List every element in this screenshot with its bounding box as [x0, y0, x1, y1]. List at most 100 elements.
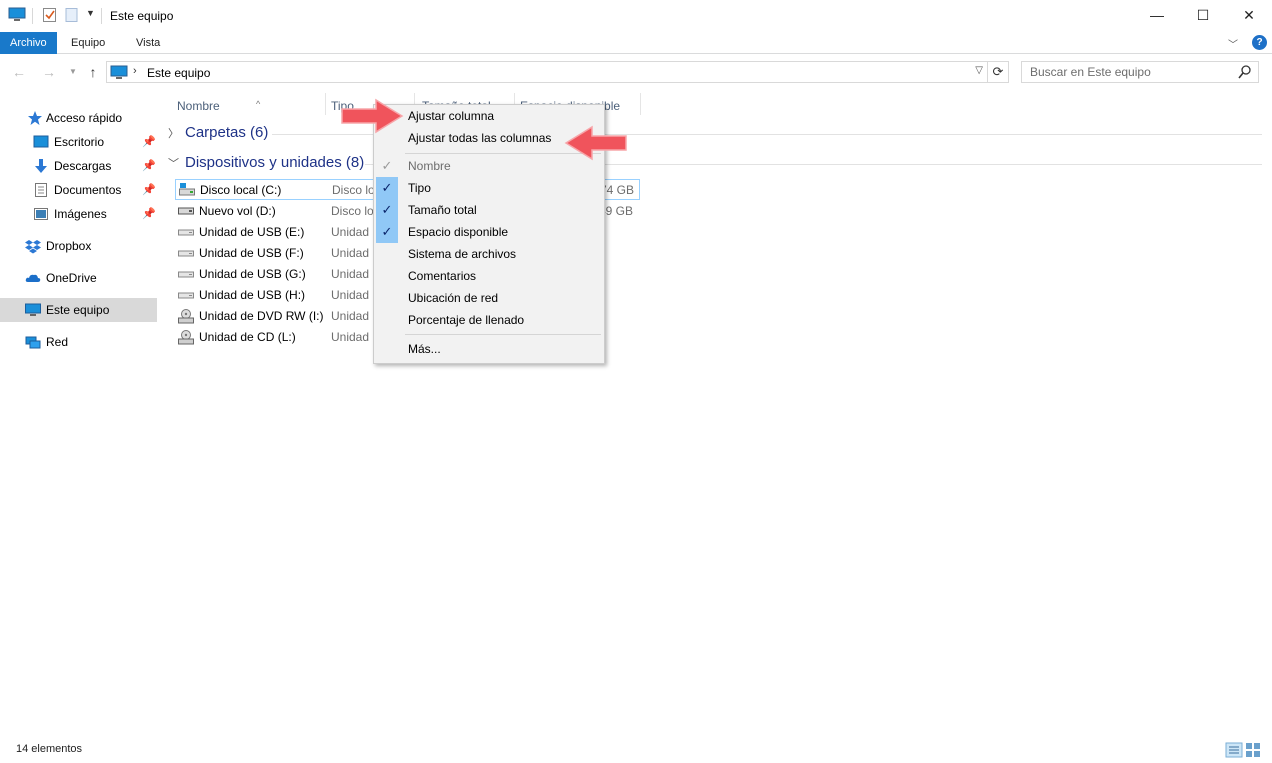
menu-item-label: Tamaño total	[408, 203, 477, 217]
usb-drive-icon	[178, 271, 194, 278]
menu-item-label: Porcentaje de llenado	[408, 313, 525, 327]
sidebar-item-imagenes[interactable]: Imágenes 📌	[0, 202, 157, 226]
sidebar-item-descargas[interactable]: Descargas 📌	[0, 154, 157, 178]
sidebar-item-este-equipo[interactable]: Este equipo	[0, 298, 157, 322]
menu-item-label: Ajustar columna	[408, 109, 495, 123]
tab-vista[interactable]: Vista	[126, 32, 170, 54]
separator	[101, 8, 102, 24]
menu-item-ubicacion-de-red[interactable]: Ubicación de red	[374, 287, 604, 309]
minimize-button[interactable]: —	[1134, 0, 1180, 30]
menu-item-label: Espacio disponible	[408, 225, 509, 239]
drive-size: 74 GB	[600, 183, 635, 197]
menu-item-espacio-disponible[interactable]: ✓ Espacio disponible	[374, 221, 604, 243]
address-bar[interactable]: › Este equipo ▽	[106, 61, 988, 83]
cd-drive-icon	[178, 330, 194, 345]
hard-drive-windows-icon	[179, 183, 195, 196]
status-item-count: 14 elementos	[16, 743, 83, 755]
search-box[interactable]	[1021, 61, 1259, 83]
tab-equipo[interactable]: Equipo	[61, 32, 115, 54]
chevron-down-icon[interactable]: ﹀	[168, 158, 179, 170]
computer-icon[interactable]	[8, 7, 26, 23]
sidebar-item-label: Escritorio	[54, 135, 105, 149]
menu-item-sistema-de-archivos[interactable]: Sistema de archivos	[374, 243, 604, 265]
drive-type: Disco lo	[332, 183, 375, 197]
sidebar-item-documentos[interactable]: Documentos 📌	[0, 178, 157, 202]
menu-item-label: Ubicación de red	[408, 291, 499, 305]
pin-icon[interactable]: 📌	[142, 178, 156, 202]
breadcrumb-chevron-icon[interactable]: ›	[133, 65, 137, 77]
download-arrow-icon	[35, 159, 47, 173]
expand-ribbon-chevron-icon[interactable]: ﹀	[1228, 36, 1238, 51]
drive-name: Unidad de CD (L:)	[199, 330, 296, 344]
dropbox-icon	[25, 240, 41, 254]
menu-item-label: Ajustar todas las columnas	[408, 131, 552, 145]
sidebar-item-escritorio[interactable]: Escritorio 📌	[0, 130, 157, 154]
sidebar-item-red[interactable]: Red	[0, 330, 157, 354]
file-list: Nombre ^ Tipo Tamaño total Espacio dispo…	[165, 91, 1272, 741]
sidebar-item-onedrive[interactable]: OneDrive	[0, 266, 157, 290]
drive-name: Unidad de USB (H:)	[199, 288, 306, 302]
close-button[interactable]: ✕	[1226, 0, 1272, 30]
properties-checkmark-icon[interactable]	[42, 7, 58, 23]
drive-type: Unidad	[331, 225, 370, 239]
back-arrow-icon[interactable]: ←	[10, 63, 28, 81]
annotation-arrow-left-icon	[564, 125, 627, 161]
recent-locations-chevron-icon[interactable]: ▼	[64, 63, 82, 81]
navigation-pane: Acceso rápido Escritorio 📌 Descargas 📌 D…	[0, 98, 160, 738]
new-folder-icon[interactable]	[64, 7, 80, 23]
separator	[32, 8, 33, 24]
view-toggle-icons[interactable]	[1224, 740, 1264, 760]
column-header-label: Nombre	[177, 99, 220, 113]
up-arrow-icon[interactable]: ↑	[84, 63, 102, 81]
annotation-arrow-right-icon	[341, 98, 404, 134]
document-icon	[35, 183, 47, 197]
drive-type: Unidad	[331, 246, 370, 260]
computer-icon	[110, 65, 128, 79]
menu-item-comentarios[interactable]: Comentarios	[374, 265, 604, 287]
drive-name: Nuevo vol (D:)	[199, 204, 276, 218]
sidebar-item-dropbox[interactable]: Dropbox	[0, 234, 157, 258]
drive-type: Unidad	[331, 330, 370, 344]
desktop-icon	[33, 135, 49, 148]
group-header-carpetas[interactable]: 〉 Carpetas (6)	[168, 122, 268, 144]
maximize-button[interactable]: ☐	[1180, 0, 1226, 30]
pin-icon[interactable]: 📌	[142, 130, 156, 154]
drive-name: Unidad de DVD RW (I:)	[199, 309, 324, 323]
menu-item-ajustar-columna[interactable]: Ajustar columna	[374, 105, 604, 127]
pin-icon[interactable]: 📌	[142, 202, 156, 226]
usb-drive-icon	[178, 250, 194, 257]
help-icon[interactable]: ?	[1252, 35, 1267, 50]
column-divider[interactable]	[325, 93, 326, 115]
group-label: Dispositivos y unidades (8)	[185, 154, 365, 171]
sidebar-item-acceso-rapido[interactable]: Acceso rápido	[0, 106, 157, 130]
menu-item-mas[interactable]: Más...	[374, 338, 604, 360]
breadcrumb[interactable]: Este equipo	[147, 66, 210, 80]
search-icon[interactable]	[1238, 64, 1252, 80]
refresh-button[interactable]: ⟳	[988, 61, 1009, 83]
search-input[interactable]	[1030, 65, 1230, 79]
star-icon	[28, 111, 42, 125]
drive-type: Unidad	[331, 288, 370, 302]
forward-arrow-icon[interactable]: →	[40, 63, 58, 81]
menu-item-tipo[interactable]: ✓ Tipo	[374, 177, 604, 199]
checkmark-icon: ✓	[381, 158, 393, 173]
dvd-drive-icon	[178, 309, 194, 324]
menu-item-porcentaje-de-llenado[interactable]: Porcentaje de llenado	[374, 309, 604, 331]
customize-quick-access-dropdown-icon[interactable]: ▼	[86, 8, 95, 18]
chevron-right-icon[interactable]: 〉	[168, 128, 179, 140]
drive-type: Unidad	[331, 267, 370, 281]
drive-type: Unidad	[331, 309, 370, 323]
drive-name: Disco local (C:)	[200, 183, 282, 197]
pin-icon[interactable]: 📌	[142, 154, 156, 178]
address-dropdown-icon[interactable]: ▽	[975, 65, 983, 76]
sidebar-item-label: OneDrive	[46, 271, 97, 285]
group-label: Carpetas (6)	[185, 124, 269, 141]
sidebar-item-label: Este equipo	[46, 303, 110, 317]
column-header-nombre[interactable]: Nombre ^	[177, 95, 322, 117]
column-divider[interactable]	[640, 93, 641, 115]
sidebar-item-label: Descargas	[54, 159, 112, 173]
menu-item-tamano-total[interactable]: ✓ Tamaño total	[374, 199, 604, 221]
group-header-dispositivos[interactable]: ﹀ Dispositivos y unidades (8)	[168, 152, 364, 174]
tab-archivo[interactable]: Archivo	[0, 32, 57, 54]
ribbon-tabs: Archivo Equipo Vista ﹀ ?	[0, 32, 1272, 54]
